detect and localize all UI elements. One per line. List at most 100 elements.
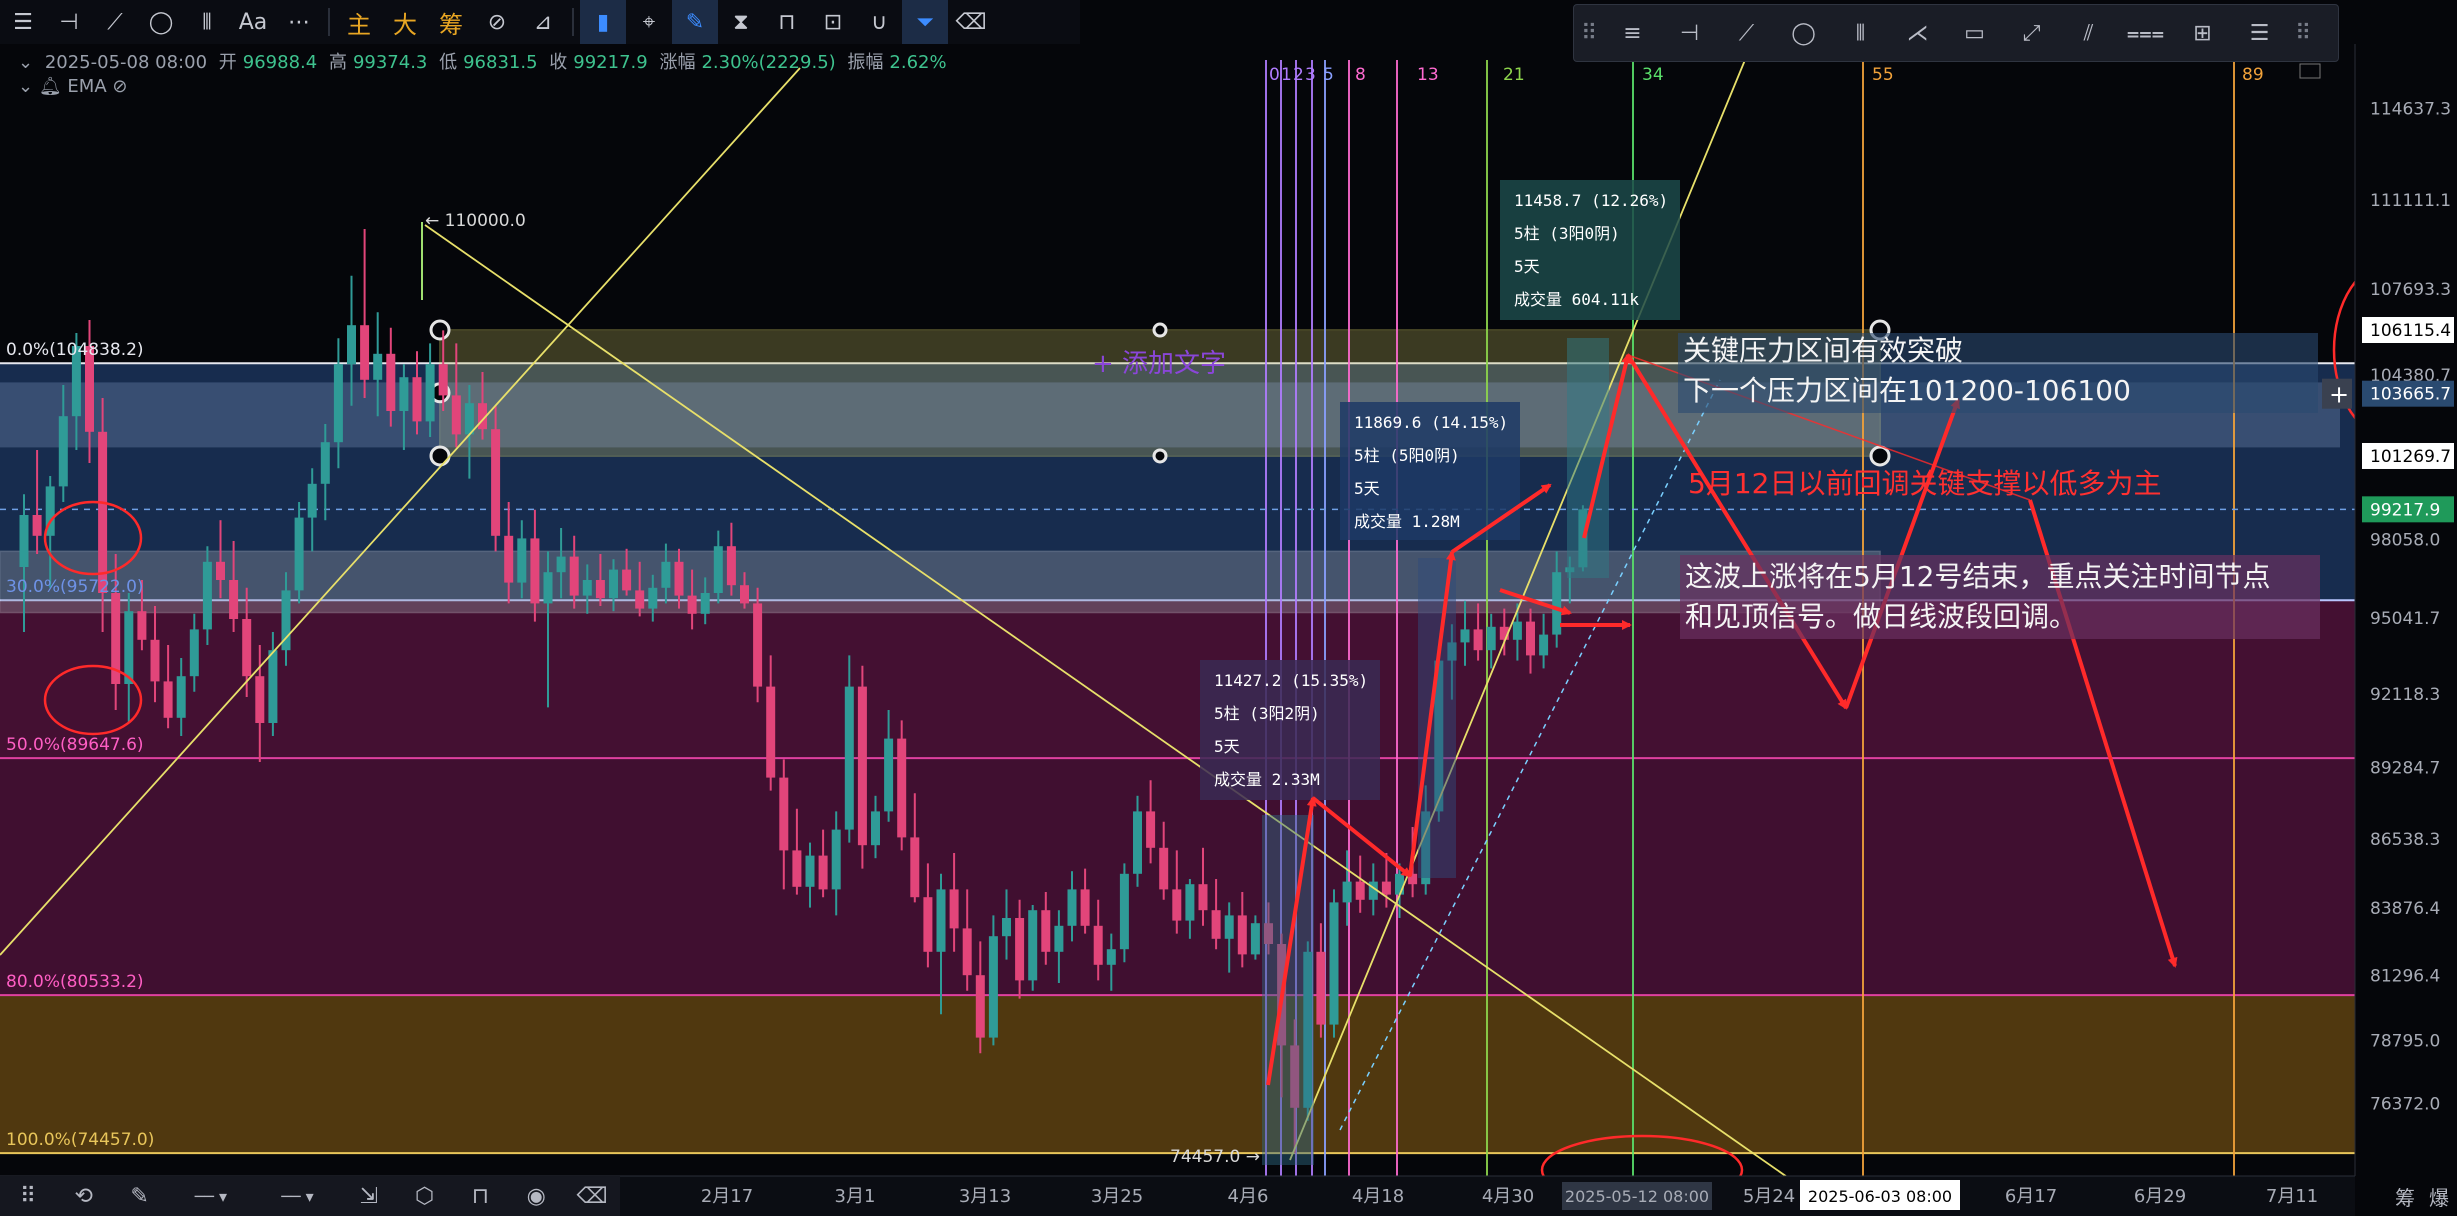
fan-icon[interactable]: ⋌ xyxy=(1889,5,1946,61)
filter-icon[interactable]: ⏷ xyxy=(902,0,948,44)
info-amp-label: 振幅 xyxy=(847,52,884,73)
bell-icon[interactable]: 🔔︎ xyxy=(39,76,62,97)
chevron-down-icon[interactable]: ⌄ xyxy=(18,76,33,97)
time-tick: 3月25 xyxy=(1091,1186,1143,1207)
fib-time-number: 3 xyxy=(1305,65,1316,85)
fib-retracement-icon[interactable]: ≡ xyxy=(1604,5,1661,61)
measure-box-line: 5天 xyxy=(1354,479,1380,498)
drag-handle[interactable] xyxy=(1869,445,1891,467)
drawing-toolbar: ☰ ⊣ ⟋ ◯ ⦀ Aa ⋯ 主大筹 ⊘ ⊿ ▮ ⌖ ✎ ⧗ ⊓ ⊡ ∪ ⏷ ⌫ xyxy=(0,0,1080,44)
fib-time-number: 8 xyxy=(1355,65,1366,85)
current-price-value: 99217.9 xyxy=(2370,500,2440,520)
chart-screen: 11458.7 (12.26%) 5柱 (3阳0阴) 5天 成交量 604.11k 11… xyxy=(0,0,2457,1216)
horizontal-line-icon[interactable]: ⊣ xyxy=(46,0,92,44)
parallel-channel-icon[interactable]: ⫽ xyxy=(2060,5,2117,61)
plus-icon: + xyxy=(2329,381,2349,409)
price-tag-value: 101269.7 xyxy=(2370,447,2451,467)
fib-level-label: 80.0%(80533.2) xyxy=(6,972,144,992)
price-tick: 81296.4 xyxy=(2370,966,2440,986)
pitchfork-icon[interactable]: ⩶ xyxy=(2117,5,2174,61)
fib-time-number: 34 xyxy=(1642,65,1664,85)
eye-off-icon[interactable]: ⊘ xyxy=(112,76,127,97)
text-icon[interactable]: Aa xyxy=(230,0,276,44)
price-tag-value: 106115.4 xyxy=(2370,321,2451,341)
info-datetime: 2025-05-08 08:00 xyxy=(44,52,208,73)
candle-up[interactable] xyxy=(1329,889,1339,1038)
settings-icon[interactable]: ⬡ xyxy=(397,1176,453,1216)
eye-icon[interactable]: ◉ xyxy=(508,1176,564,1216)
candle-down[interactable] xyxy=(857,665,867,869)
time-tick: 6月17 xyxy=(2005,1186,2057,1207)
measure-box-line: 11458.7 (12.26%) xyxy=(1514,191,1668,210)
time-tick: 3月1 xyxy=(835,1186,876,1207)
ema-row[interactable]: ⌄ 🔔︎ EMA ⊘ xyxy=(18,76,127,97)
menu-icon[interactable]: ☰ xyxy=(0,0,46,44)
fib-level-label: 0.0%(104838.2) xyxy=(6,340,144,360)
measure-box-line: 11869.6 (14.15%) xyxy=(1354,413,1508,432)
lock-icon[interactable]: ⊓ xyxy=(453,1176,509,1216)
text-tool-2[interactable]: 筹 xyxy=(428,0,474,44)
rectangle-icon[interactable]: ▭ xyxy=(1946,5,2003,61)
add-text-label: + 添加文字 xyxy=(1092,349,1226,379)
grip-icon[interactable]: ⠿ xyxy=(2288,5,2318,61)
candles-icon[interactable]: ⧗ xyxy=(718,0,764,44)
trend-line-icon[interactable]: ⟋ xyxy=(1718,5,1775,61)
lock-icon[interactable]: ⊓ xyxy=(764,0,810,44)
corner-button-1[interactable]: 爆 xyxy=(2429,1182,2449,1211)
fib-time-icon[interactable]: ⦀ xyxy=(1832,5,1889,61)
candle-down[interactable] xyxy=(753,587,763,703)
info-open-label: 开 xyxy=(218,52,237,73)
ruler-icon[interactable]: ⌖ xyxy=(626,0,672,44)
ellipse-icon[interactable]: ◯ xyxy=(1775,5,1832,61)
price-tick: 89284.7 xyxy=(2370,759,2440,779)
info-close: 99217.9 xyxy=(573,52,648,73)
drag-handle[interactable] xyxy=(429,319,451,341)
drag-handle[interactable] xyxy=(429,445,451,467)
extended-line-icon[interactable]: ⤢ xyxy=(2003,5,2060,61)
menu-icon[interactable]: ☰ xyxy=(2231,5,2288,61)
rotate-box-icon[interactable]: ⊘ xyxy=(474,0,520,44)
text-tool-1[interactable]: 大 xyxy=(382,0,428,44)
trash-icon[interactable]: ⌫ xyxy=(948,0,994,44)
time-tick: 4月18 xyxy=(1352,1186,1404,1207)
horizontal-ray-icon[interactable]: ⊣ xyxy=(1661,5,1718,61)
grip-icon[interactable]: ⠿ xyxy=(1574,5,1604,61)
fib-time-number: 21 xyxy=(1503,65,1525,85)
price-tag-value: 103665.7 xyxy=(2370,385,2451,405)
bars-icon[interactable]: ⦀ xyxy=(184,0,230,44)
bookmark-icon[interactable]: ▮ xyxy=(580,0,626,44)
drag-handle[interactable] xyxy=(1152,448,1168,464)
candle-down[interactable] xyxy=(897,720,907,851)
pen-icon[interactable]: ✎ xyxy=(672,0,718,44)
corner-button-0[interactable]: 筹 xyxy=(2395,1182,2415,1211)
note-next-resistance: 下一个压力区间在101200-106100 xyxy=(1683,374,2131,407)
drag-handle[interactable] xyxy=(1152,322,1168,338)
line-style-select[interactable]: ── ▾ xyxy=(168,1176,255,1216)
pen-icon[interactable]: ✎ xyxy=(112,1176,168,1216)
magnet-icon[interactable]: ∪ xyxy=(856,0,902,44)
note-time-1: 这波上涨将在5月12号结束，重点关注时间节点 xyxy=(1685,560,2270,593)
chevron-down-icon[interactable]: ⌄ xyxy=(18,52,33,73)
candle-up[interactable] xyxy=(1028,905,1038,991)
edit-box-icon[interactable]: ⊡ xyxy=(810,0,856,44)
time-tick: 6月29 xyxy=(2134,1186,2186,1207)
price-tick: 83876.4 xyxy=(2370,899,2440,919)
pen-slash-icon[interactable]: ⊿ xyxy=(520,0,566,44)
time-tick: 4月6 xyxy=(1228,1186,1269,1207)
text-tool-0[interactable]: 主 xyxy=(336,0,382,44)
ellipse-icon[interactable]: ◯ xyxy=(138,0,184,44)
candle-up[interactable] xyxy=(1119,863,1129,963)
candle-down[interactable] xyxy=(360,229,370,398)
low-price-mark: 74457.0 → xyxy=(1170,1147,1260,1167)
add-box-icon[interactable]: ⊞ xyxy=(2174,5,2231,61)
refresh-icon[interactable]: ⟲ xyxy=(56,1176,112,1216)
scroll-marker[interactable] xyxy=(2299,63,2321,79)
info-amp: 2.62% xyxy=(889,52,947,73)
trend-line-icon[interactable]: ⟋ xyxy=(92,0,138,44)
chart-canvas[interactable]: 11458.7 (12.26%)5柱 (3阳0阴)5天成交量 604.11k11… xyxy=(0,0,2457,1216)
line-width-select[interactable]: ── ▾ xyxy=(254,1176,341,1216)
trash-icon[interactable]: ⌫ xyxy=(564,1176,620,1216)
grip-icon[interactable]: ⠿ xyxy=(0,1176,56,1216)
shape-icon[interactable]: ⇲ xyxy=(341,1176,397,1216)
more-icon[interactable]: ⋯ xyxy=(276,0,322,44)
